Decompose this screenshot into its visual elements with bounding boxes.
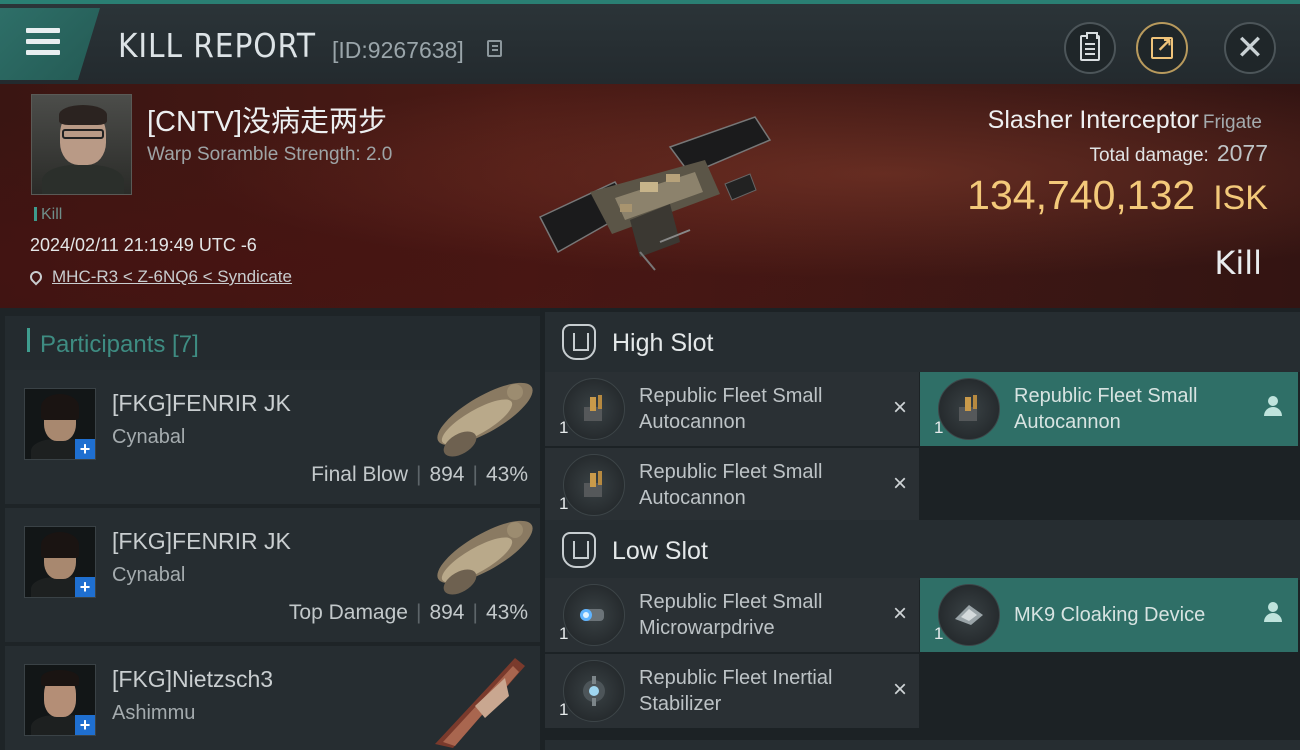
participant-percent: 43% <box>485 601 528 624</box>
participant-percent: 43% <box>485 463 528 486</box>
share-icon <box>1151 33 1173 59</box>
kill-timestamp: 2024/02/11 21:19:49 UTC -6 <box>30 235 257 255</box>
participant-ship: Cynabal <box>112 426 186 448</box>
participant-row[interactable]: + [FKG]FENRIR JK Cynabal Final Blow | 894 |… <box>5 370 540 504</box>
participant-damage: 894 <box>429 463 465 486</box>
module-item[interactable]: 1 Republic Fleet Inertial Stabilizer × <box>545 654 919 728</box>
ship-class: Frigate <box>1202 112 1262 133</box>
module-item[interactable]: 1 Republic Fleet Small Autocannon × <box>545 448 919 522</box>
participants-title: Participants [7] <box>40 331 199 358</box>
cynabal-ship-image <box>437 520 533 595</box>
add-contact-icon[interactable]: + <box>75 439 95 459</box>
participant-stats: Final Blow | 894 | 43% <box>311 463 528 486</box>
participant-ship: Ashimmu <box>112 702 196 724</box>
module-item[interactable]: 1 Republic Fleet Small Autocannon <box>920 372 1298 446</box>
participant-row[interactable]: + [FKG]FENRIR JK Cynabal Top Damage | 894 |… <box>5 508 540 642</box>
victim-banner: [CNTV]没病走两步 Warp Soramble Strength: 2.0 … <box>0 84 1300 308</box>
page-title: KILL REPORT <box>118 26 316 65</box>
victim-ship-image[interactable] <box>520 112 780 282</box>
report-id: [ID:9267638] <box>332 37 464 63</box>
isk-value: 134,740,132 ISK <box>967 172 1268 219</box>
module-quantity: 1 <box>934 624 944 643</box>
participants-panel: Participants [7] + [FKG]FENRIR JK Cynaba… <box>0 308 540 750</box>
participant-name: [FKG]FENRIR JK <box>112 390 291 416</box>
next-slot-header <box>545 740 1300 750</box>
destroyed-icon: × <box>892 676 907 703</box>
hamburger-icon <box>26 28 60 61</box>
module-item[interactable]: 1 Republic Fleet Small Microwarpdrive × <box>545 578 919 652</box>
victim-portrait[interactable] <box>31 94 132 195</box>
high-slot-header: High Slot <box>545 312 1300 372</box>
low-slot-header: Low Slot <box>545 520 1300 580</box>
location-link[interactable]: MHC-R3 < Z-6NQ6 < Syndicate <box>52 267 292 286</box>
destroyed-icon: × <box>892 600 907 627</box>
module-name: Republic Fleet Small Microwarpdrive <box>639 591 823 639</box>
kill-tag: Kill <box>34 206 62 224</box>
destroyed-icon: × <box>892 394 907 421</box>
participant-ship: Cynabal <box>112 564 186 586</box>
avatar[interactable]: + <box>24 388 96 460</box>
participant-name: [FKG]FENRIR JK <box>112 528 291 554</box>
dropped-item-icon <box>1264 602 1282 624</box>
cloaking-device-icon <box>938 584 1000 646</box>
ship-type: Slasher Interceptor <box>987 106 1199 134</box>
participant-row[interactable]: + [FKG]Nietzsch3 Ashimmu <box>5 646 540 750</box>
avatar[interactable]: + <box>24 526 96 598</box>
module-quantity: 1 <box>559 418 569 437</box>
dropped-item-icon <box>1264 396 1282 418</box>
module-item[interactable]: 1 MK9 Cloaking Device <box>920 578 1298 652</box>
ashimmu-ship-image <box>435 658 525 748</box>
clipboard-button[interactable] <box>1064 22 1116 74</box>
participant-damage: 894 <box>429 601 465 624</box>
autocannon-icon <box>938 378 1000 440</box>
participant-role: Top Damage <box>288 601 408 624</box>
module-quantity: 1 <box>559 624 569 643</box>
participant-name: [FKG]Nietzsch3 <box>112 666 274 692</box>
module-name: Republic Fleet Small Autocannon <box>639 461 823 509</box>
victim-ship-name[interactable]: Slasher Interceptor Frigate <box>988 106 1262 135</box>
microwarpdrive-icon <box>563 584 625 646</box>
location-pin-icon <box>27 268 45 286</box>
module-name: Republic Fleet Inertial Stabilizer <box>639 667 833 715</box>
autocannon-icon <box>563 454 625 516</box>
add-contact-icon[interactable]: + <box>75 715 95 735</box>
inertial-stabilizer-icon <box>563 660 625 722</box>
total-damage: Total damage: 2077 <box>1089 140 1268 167</box>
low-slot-label: Low Slot <box>612 537 708 565</box>
fitting-panel: High Slot 1 Republic Fleet Small Autocan… <box>540 308 1300 750</box>
close-button[interactable]: ✕ <box>1224 22 1276 74</box>
participant-role: Final Blow <box>311 463 408 486</box>
autocannon-icon <box>563 378 625 440</box>
result-label: Kill <box>1214 244 1262 282</box>
participant-stats: Top Damage | 894 | 43% <box>288 601 528 624</box>
copy-icon[interactable] <box>487 40 502 57</box>
participants-header: Participants [7] <box>5 316 540 370</box>
isk-unit: ISK <box>1213 179 1268 217</box>
total-damage-label: Total damage: <box>1089 145 1209 166</box>
high-slot-label: High Slot <box>612 329 714 357</box>
warp-scramble-strength: Warp Soramble Strength: 2.0 <box>147 144 393 165</box>
low-slot-icon <box>562 532 596 568</box>
share-button[interactable] <box>1136 22 1188 74</box>
module-quantity: 1 <box>559 700 569 719</box>
module-quantity: 1 <box>934 418 944 437</box>
module-name: Republic Fleet Small Autocannon <box>1014 385 1198 433</box>
add-contact-icon[interactable]: + <box>75 577 95 597</box>
top-bar: KILL REPORT [ID:9267638] ✕ <box>0 0 1300 84</box>
isk-amount: 134,740,132 <box>967 172 1196 218</box>
module-name: MK9 Cloaking Device <box>1014 604 1206 626</box>
high-slot-icon <box>562 324 596 360</box>
menu-button[interactable] <box>0 8 100 80</box>
module-item[interactable]: 1 Republic Fleet Small Autocannon × <box>545 372 919 446</box>
close-icon: ✕ <box>1235 28 1265 68</box>
clipboard-icon <box>1080 32 1100 61</box>
module-quantity: 1 <box>559 494 569 513</box>
avatar[interactable]: + <box>24 664 96 736</box>
cynabal-ship-image <box>437 382 533 457</box>
kill-location[interactable]: MHC-R3 < Z-6NQ6 < Syndicate <box>27 267 292 287</box>
module-name: Republic Fleet Small Autocannon <box>639 385 823 433</box>
total-damage-value: 2077 <box>1216 140 1268 166</box>
victim-name[interactable]: [CNTV]没病走两步 <box>147 98 387 140</box>
destroyed-icon: × <box>892 470 907 497</box>
